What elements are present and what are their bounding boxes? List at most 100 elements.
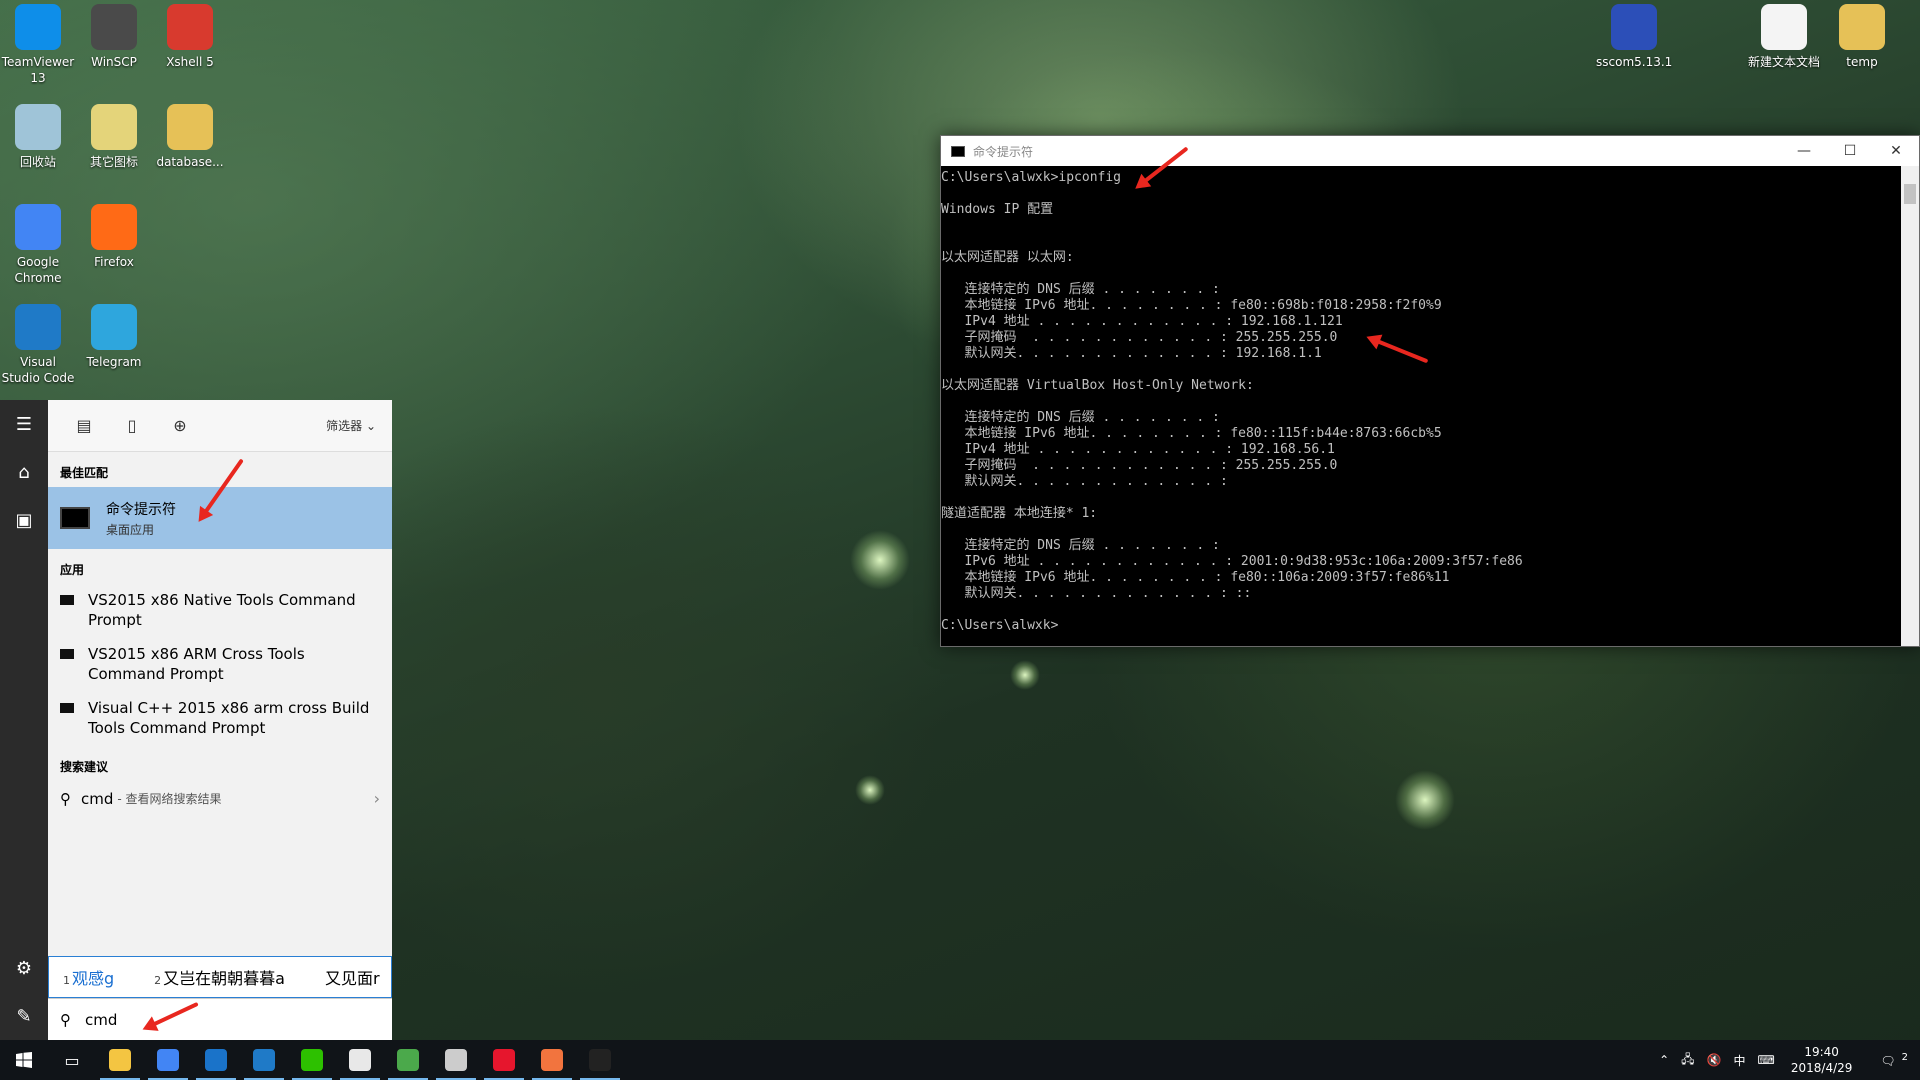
ime-candidate[interactable]: 2 又岂在朝朝暮暮a — [154, 965, 285, 989]
best-match-subtitle: 桌面应用 — [106, 522, 155, 537]
rail-spacer — [0, 544, 48, 944]
desktop-shortcut[interactable]: sscom5.13.1 — [1596, 4, 1672, 70]
taskbar-weibo-icon — [493, 1049, 515, 1071]
taskbar-chrome-button[interactable] — [144, 1040, 192, 1080]
vertical-scrollbar[interactable] — [1901, 166, 1919, 646]
best-match-title: 命令提示符 — [106, 501, 176, 518]
taskbar-ppt-icon — [541, 1049, 563, 1071]
desktop-shortcut[interactable]: 其它图标 — [76, 104, 152, 170]
cmd-app-icon — [60, 507, 90, 529]
desktop-shortcut[interactable]: Visual Studio Code — [0, 304, 76, 386]
taskbar-wechat-icon — [301, 1049, 323, 1071]
ime-candidate-number: 2 — [154, 974, 162, 987]
desktop-shortcut[interactable]: temp — [1824, 4, 1900, 70]
ime-indicator[interactable]: 中 — [1728, 1052, 1752, 1069]
firefox-icon — [91, 204, 137, 250]
taskbar-wechat-button[interactable] — [288, 1040, 336, 1080]
suggestion-hint: - 查看网络搜索结果 — [117, 792, 222, 806]
notification-count: 2 — [1901, 1052, 1908, 1063]
search-input[interactable]: cmd — [85, 1011, 117, 1029]
best-match-item[interactable]: 命令提示符 桌面应用 — [48, 487, 392, 549]
desktop-shortcut[interactable]: 新建文本文档 — [1746, 4, 1822, 70]
taskbar-app-blue-button[interactable] — [192, 1040, 240, 1080]
taskbar-explorer-button[interactable] — [96, 1040, 144, 1080]
taskbar-remote-icon — [445, 1049, 467, 1071]
scrollbar-thumb[interactable] — [1904, 184, 1916, 204]
apps-scope-icon[interactable]: ▤ — [60, 406, 108, 446]
task-view-button[interactable]: ▭ — [48, 1040, 96, 1080]
taskbar-cmd-icon — [589, 1049, 611, 1071]
desktop-shortcut-label: 回收站 — [19, 155, 56, 169]
window-titlebar[interactable]: 命令提示符 — ☐ ✕ — [941, 136, 1919, 166]
console-output[interactable]: C:\Users\alwxk>ipconfig Windows IP 配置 以太… — [941, 166, 1901, 646]
notebook-icon[interactable]: ▣ — [0, 496, 48, 544]
desktop-shortcut[interactable]: 回收站 — [0, 104, 76, 170]
chevron-up-icon[interactable]: ⌃ — [1653, 1053, 1675, 1067]
desktop-shortcut[interactable]: Firefox — [76, 204, 152, 270]
desktop-shortcut[interactable]: Xshell 5 — [152, 4, 228, 70]
desktop-shortcut[interactable]: Google Chrome — [0, 204, 76, 286]
desktop-shortcut[interactable]: TeamViewer 13 — [0, 4, 76, 86]
clock-time: 19:40 — [1804, 1045, 1839, 1059]
taskbar-evernote-button[interactable] — [384, 1040, 432, 1080]
desktop-shortcut[interactable]: WinSCP — [76, 4, 152, 70]
taskbar-explorer-icon — [109, 1049, 131, 1071]
wallpaper-light-orb — [1395, 770, 1455, 830]
window-title: 命令提示符 — [973, 144, 1034, 159]
ime-candidate-number: 1 — [63, 974, 70, 987]
filter-dropdown[interactable]: 筛选器 ⌄ — [326, 417, 376, 434]
feedback-icon[interactable]: ✎ — [0, 992, 48, 1040]
telegram-icon — [91, 304, 137, 350]
volume-muted-icon[interactable]: 🔇 — [1701, 1053, 1728, 1067]
taskbar-remote-button[interactable] — [432, 1040, 480, 1080]
sscom-icon — [1611, 4, 1657, 50]
chevron-right-icon[interactable]: › — [374, 789, 380, 808]
notification-icon: 🗨 — [1880, 1054, 1896, 1068]
hamburger-menu-icon[interactable]: ☰ — [0, 400, 48, 448]
app-result-item[interactable]: Visual C++ 2015 x86 arm cross Build Tool… — [48, 692, 392, 746]
maximize-button[interactable]: ☐ — [1827, 136, 1873, 166]
app-result-item[interactable]: VS2015 x86 Native Tools Command Prompt — [48, 584, 392, 638]
ime-candidate[interactable]: 又见面r — [325, 965, 380, 989]
taskbar-cmd-button[interactable] — [576, 1040, 624, 1080]
home-icon[interactable]: ⌂ — [0, 448, 48, 496]
taskbar-qq-button[interactable] — [336, 1040, 384, 1080]
documents-scope-icon[interactable]: ▯ — [108, 406, 156, 446]
desktop-shortcut[interactable]: database... — [152, 104, 228, 170]
action-center-button[interactable]: 🗨 2 — [1862, 1052, 1920, 1068]
app-result-label: VS2015 x86 Native Tools Command Prompt — [88, 591, 356, 629]
start-button[interactable] — [0, 1040, 48, 1080]
desktop-shortcut-label: Telegram — [86, 355, 142, 369]
desktop-shortcut-label: Visual Studio Code — [1, 355, 75, 385]
settings-gear-icon[interactable]: ⚙ — [0, 944, 48, 992]
desktop-shortcut[interactable]: Telegram — [76, 304, 152, 370]
clock-date: 2018/4/29 — [1790, 1061, 1853, 1075]
wallpaper-light-orb — [855, 775, 885, 805]
taskbar-vscode-button[interactable] — [240, 1040, 288, 1080]
search-box[interactable]: ⚲ cmd — [48, 998, 392, 1040]
close-button[interactable]: ✕ — [1873, 136, 1919, 166]
wallpaper-light-orb — [1010, 660, 1040, 690]
taskbar-ppt-button[interactable] — [528, 1040, 576, 1080]
web-scope-globe-icon[interactable]: ⊕ — [156, 406, 204, 446]
desktop-shortcut-label: Firefox — [94, 255, 134, 269]
clock[interactable]: 19:40 2018/4/29 — [1781, 1044, 1863, 1076]
taskbar-chrome-icon — [157, 1049, 179, 1071]
search-suggestions-header: 搜索建议 — [60, 760, 109, 774]
command-prompt-window[interactable]: 命令提示符 — ☐ ✕ C:\Users\alwxk>ipconfig Wind… — [940, 135, 1920, 647]
database-folder-icon — [167, 104, 213, 150]
keyboard-icon[interactable]: ⌨ — [1752, 1053, 1781, 1067]
app-result-item[interactable]: VS2015 x86 ARM Cross Tools Command Promp… — [48, 638, 392, 692]
taskbar-weibo-button[interactable] — [480, 1040, 528, 1080]
ime-candidate[interactable]: 1 观感g — [63, 965, 114, 989]
minimize-button[interactable]: — — [1781, 136, 1827, 166]
web-suggestion-item[interactable]: ⚲ cmd - 查看网络搜索结果 › — [48, 781, 392, 816]
network-icon[interactable]: 🖧 — [1675, 1050, 1700, 1071]
winscp-icon — [91, 4, 137, 50]
ime-candidate-text: 观感g — [72, 969, 115, 988]
chrome-icon — [15, 204, 61, 250]
text-document-icon — [1761, 4, 1807, 50]
xshell-icon — [167, 4, 213, 50]
ime-candidate-text: 又见面r — [324, 969, 380, 988]
ime-candidate-bar: 1 观感g 2 又岂在朝朝暮暮a 又见面r — [48, 956, 392, 998]
